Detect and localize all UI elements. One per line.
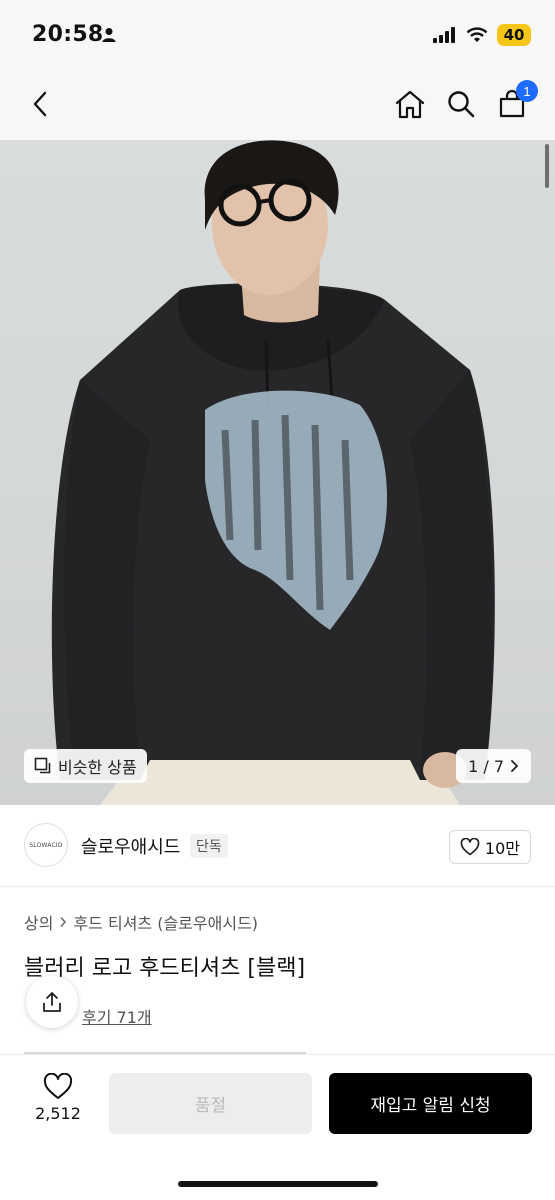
battery-indicator: 40 xyxy=(497,24,531,46)
brand-row: SLOWACID 슬로우애시드 단독 10만 xyxy=(0,805,555,887)
reviews-link[interactable]: 후기 71개 xyxy=(82,1004,152,1028)
wishlist-button[interactable]: 2,512 xyxy=(26,1073,90,1123)
bottom-action-bar: 2,512 품절 재입고 알림 신청 xyxy=(0,1055,555,1200)
brand-like-button[interactable]: 10만 xyxy=(448,830,531,864)
brand-name[interactable]: 슬로우애시드 xyxy=(81,833,180,859)
wishlist-count: 2,512 xyxy=(35,1104,81,1123)
status-bar: 20:58 40 xyxy=(0,0,555,70)
back-button[interactable] xyxy=(20,84,60,124)
heart-icon xyxy=(460,838,480,856)
home-indicator xyxy=(178,1181,378,1187)
chevron-left-icon xyxy=(33,91,47,117)
status-time: 20:58 xyxy=(32,22,104,47)
brand-logo-text: SLOWACID xyxy=(29,841,63,849)
breadcrumb-item-subcategory[interactable]: 후드 티셔츠 (슬로우애시드) xyxy=(73,910,258,934)
chevron-right-icon xyxy=(511,760,519,772)
product-photo xyxy=(51,140,495,805)
similar-products-button[interactable]: 비슷한 상품 xyxy=(24,749,147,783)
home-button[interactable] xyxy=(390,84,430,124)
soldout-button: 품절 xyxy=(109,1073,312,1134)
brand-like-count: 10만 xyxy=(484,839,520,858)
wifi-icon xyxy=(466,27,488,42)
signal-icon xyxy=(433,27,455,43)
search-icon xyxy=(448,91,475,118)
share-button[interactable] xyxy=(26,976,78,1028)
similar-products-label: 비슷한 상품 xyxy=(58,758,137,777)
product-image-carousel[interactable]: 비슷한 상품 1 / 7 xyxy=(0,140,555,805)
cart-button[interactable]: 1 xyxy=(492,80,538,124)
home-icon xyxy=(395,90,425,119)
copy-icon xyxy=(34,757,51,774)
cart-badge: 1 xyxy=(516,80,538,102)
restock-alert-button[interactable]: 재입고 알림 신청 xyxy=(329,1073,532,1134)
breadcrumb-item-category[interactable]: 상의 xyxy=(24,910,53,934)
search-button[interactable] xyxy=(441,84,481,124)
scrollbar-thumb[interactable] xyxy=(545,144,549,188)
nav-bar: 1 xyxy=(0,70,555,140)
share-icon xyxy=(43,992,61,1012)
status-indicators: 40 xyxy=(433,24,531,46)
breadcrumb: 상의 후드 티셔츠 (슬로우애시드) xyxy=(24,910,258,934)
exclusive-badge: 단독 xyxy=(190,834,228,858)
person-icon xyxy=(102,28,116,42)
brand-logo[interactable]: SLOWACID xyxy=(24,823,68,867)
heart-icon xyxy=(43,1073,73,1099)
image-counter-button[interactable]: 1 / 7 xyxy=(456,749,531,783)
image-counter: 1 / 7 xyxy=(468,756,504,776)
product-title: 블러리 로고 후드티셔츠 [블랙] xyxy=(24,956,306,981)
chevron-right-icon xyxy=(60,917,67,927)
